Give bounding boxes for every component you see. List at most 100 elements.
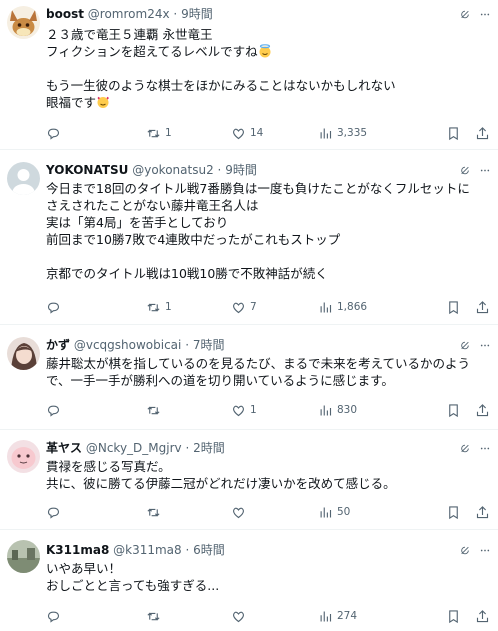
display-name[interactable]: かず: [46, 338, 70, 352]
separator-dot: ·: [173, 7, 178, 21]
avatar[interactable]: [7, 162, 40, 195]
retweet-icon: [147, 508, 160, 516]
retweet-count: 1: [165, 127, 172, 139]
post[interactable]: かず @vcqgshowobicai · 7時間 藤井聡太が棋を指しているのを見…: [0, 325, 498, 430]
post-text: 藤井聡太が棋を指しているのを見るたび、まるで未来を考えているかのよう で、一手一…: [46, 355, 490, 389]
share-icon[interactable]: [475, 300, 490, 315]
smiling-face-with-hearts-emoji-icon: [97, 96, 109, 108]
retweet-button[interactable]: 1: [146, 126, 231, 141]
separator-dot: ·: [185, 338, 190, 352]
user-handle[interactable]: @yokonatsu2: [132, 163, 213, 177]
post[interactable]: boost @romrom24x · 9時間 ２３歳で竜王５連覇 永世竜王 フィ…: [0, 0, 498, 150]
retweet-icon: [147, 129, 160, 137]
like-button[interactable]: 1: [231, 403, 316, 418]
views-button[interactable]: 1,866: [318, 300, 398, 315]
reply-icon: [47, 507, 60, 519]
retweet-count: 1: [165, 301, 172, 313]
post-header: YOKONATSU @yokonatsu2 · 9時間: [46, 162, 458, 179]
reply-icon: [47, 128, 60, 140]
like-button[interactable]: [231, 609, 316, 624]
views-button[interactable]: 50: [318, 505, 398, 520]
separator-dot: ·: [217, 163, 222, 177]
views-icon: [320, 302, 332, 312]
display-name[interactable]: YOKONATSU: [46, 163, 128, 177]
heart-icon: [233, 302, 244, 313]
post-end-actions: [446, 403, 490, 418]
post-text-line: 今日まで18回のタイトル戦7番勝負は一度も負けたことがなくフルセットに: [46, 181, 470, 196]
post-actions: 50: [46, 503, 490, 521]
post-menu: [460, 440, 490, 457]
bookmark-icon[interactable]: [446, 403, 461, 418]
post-text-line: [46, 248, 490, 265]
bookmark-icon[interactable]: [446, 609, 461, 624]
views-button[interactable]: 830: [318, 403, 398, 418]
more-icon[interactable]: [480, 544, 490, 557]
views-button[interactable]: 3,335: [318, 126, 398, 141]
share-icon[interactable]: [475, 403, 490, 418]
display-name[interactable]: boost: [46, 7, 84, 21]
views-count: 830: [337, 404, 358, 416]
post[interactable]: 革ヤス @Ncky_D_Mgjrv · 2時間 貫禄を感じる写真だ。 共に、彼に…: [0, 430, 498, 530]
views-count: 3,335: [337, 127, 368, 139]
more-icon[interactable]: [480, 339, 490, 352]
like-button[interactable]: [231, 505, 316, 520]
post-menu: [460, 542, 490, 559]
post-text-line: 京都でのタイトル戦は10戦10勝で不敗神話が続く: [46, 266, 328, 281]
reply-button[interactable]: [46, 505, 96, 520]
avatar[interactable]: [7, 440, 40, 473]
grok-icon[interactable]: [460, 8, 470, 21]
user-handle[interactable]: @romrom24x: [88, 7, 170, 21]
avatar[interactable]: [7, 6, 40, 39]
reply-button[interactable]: [46, 403, 96, 418]
post-menu: [460, 6, 490, 23]
avatar[interactable]: [7, 337, 40, 370]
post[interactable]: K311ma8 @k311ma8 · 6時間 いやあ早い！ おしごとと言っても強…: [0, 530, 498, 631]
display-name[interactable]: 革ヤス: [46, 441, 82, 455]
reply-button[interactable]: [46, 609, 96, 624]
user-handle[interactable]: @Ncky_D_Mgjrv: [86, 441, 182, 455]
share-icon[interactable]: [475, 126, 490, 141]
post-end-actions: [446, 505, 490, 520]
reply-icon: [47, 611, 60, 623]
bookmark-icon[interactable]: [446, 505, 461, 520]
reply-button[interactable]: [46, 126, 96, 141]
views-count: 50: [337, 506, 351, 518]
post-text-line: さえされたことがない藤井竜王名人は: [46, 198, 259, 213]
grok-icon[interactable]: [460, 164, 470, 177]
like-button[interactable]: 7: [231, 300, 316, 315]
retweet-button[interactable]: [146, 609, 231, 624]
views-count: 1,866: [337, 301, 368, 313]
post-header: 革ヤス @Ncky_D_Mgjrv · 2時間: [46, 440, 458, 457]
user-handle[interactable]: @vcqgshowobicai: [74, 338, 182, 352]
more-icon[interactable]: [480, 8, 490, 21]
user-handle[interactable]: @k311ma8: [113, 543, 182, 557]
post-text: 貫禄を感じる写真だ。 共に、彼に勝てる伊藤二冠がどれだけ凄いかを改めて感じる。: [46, 458, 490, 492]
post-timestamp[interactable]: 7時間: [193, 338, 225, 352]
bookmark-icon[interactable]: [446, 300, 461, 315]
like-button[interactable]: 14: [231, 126, 316, 141]
reply-icon: [47, 405, 60, 417]
more-icon[interactable]: [480, 164, 490, 177]
retweet-button[interactable]: 1: [146, 300, 231, 315]
share-icon[interactable]: [475, 505, 490, 520]
retweet-button[interactable]: [146, 505, 231, 520]
views-icon: [320, 405, 332, 415]
avatar[interactable]: [7, 540, 40, 573]
display-name[interactable]: K311ma8: [46, 543, 109, 557]
post-text-line: で、一手一手が勝利への道を切り開いているように感じます。: [46, 373, 394, 388]
views-button[interactable]: 274: [318, 609, 398, 624]
grok-icon[interactable]: [460, 544, 470, 557]
post-timestamp[interactable]: 9時間: [181, 7, 213, 21]
post-timestamp[interactable]: 6時間: [193, 543, 225, 557]
grok-icon[interactable]: [460, 442, 470, 455]
share-icon[interactable]: [475, 609, 490, 624]
grok-icon[interactable]: [460, 339, 470, 352]
post-text-line: いやあ早い！: [46, 561, 122, 576]
post-timestamp[interactable]: 2時間: [193, 441, 225, 455]
retweet-button[interactable]: [146, 403, 231, 418]
more-icon[interactable]: [480, 442, 490, 455]
post[interactable]: YOKONATSU @yokonatsu2 · 9時間 今日まで18回のタイトル…: [0, 150, 498, 325]
post-timestamp[interactable]: 9時間: [225, 163, 257, 177]
bookmark-icon[interactable]: [446, 126, 461, 141]
reply-button[interactable]: [46, 300, 96, 315]
